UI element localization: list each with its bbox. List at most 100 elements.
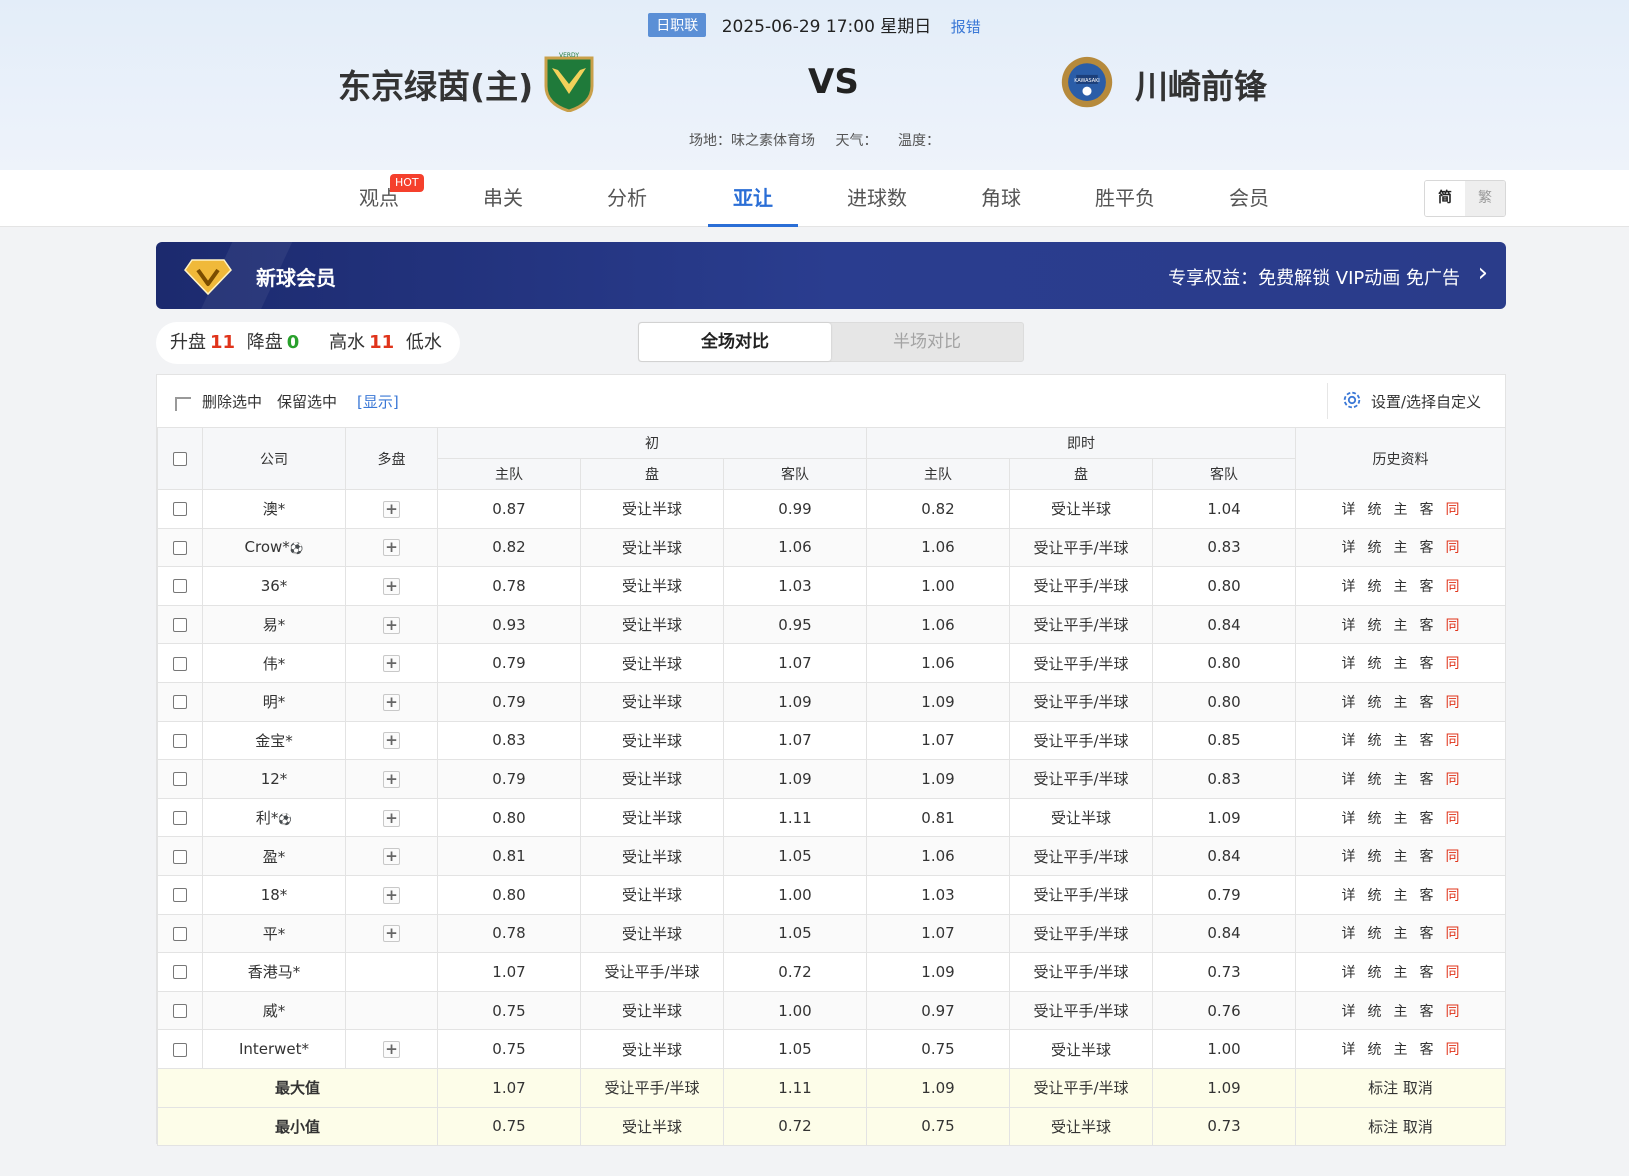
odds-cell-l-away[interactable]: 0.80 [1151,566,1297,606]
home-history-link[interactable]: 主 [1394,540,1408,556]
away-history-link[interactable]: 客 [1420,926,1434,942]
odds-cell-l-home[interactable]: 1.09 [866,952,1010,992]
plus-icon[interactable]: + [383,770,400,788]
home-history-link[interactable]: 主 [1394,733,1408,749]
detail-link[interactable]: 详 [1342,772,1356,788]
odds-cell-i-away[interactable]: 1.11 [723,797,867,838]
odds-cell-l-home[interactable]: 1.06 [866,604,1010,645]
same-history-link[interactable]: 同 [1446,772,1460,788]
same-history-link[interactable]: 同 [1446,656,1460,672]
odds-cell-i-home[interactable]: 0.87 [437,489,581,529]
stats-link[interactable]: 统 [1368,965,1382,981]
stats-link[interactable]: 统 [1368,772,1382,788]
odds-cell-i-line[interactable]: 受让半球 [580,681,724,722]
home-history-link[interactable]: 主 [1394,579,1408,595]
detail-link[interactable]: 详 [1342,811,1356,827]
same-history-link[interactable]: 同 [1446,1042,1460,1058]
company-cell[interactable]: 平* [202,913,346,954]
row-checkbox[interactable] [173,733,187,748]
league-tag[interactable]: 日职联 [648,13,707,37]
home-history-link[interactable]: 主 [1394,849,1408,865]
odds-cell-i-home[interactable]: 0.75 [437,990,581,1031]
odds-cell-l-line[interactable]: 受让平手/半球 [1009,990,1153,1031]
odds-cell-i-away[interactable]: 1.00 [723,874,867,915]
detail-link[interactable]: 详 [1342,965,1356,981]
odds-cell-l-home[interactable]: 1.09 [866,759,1010,799]
tab-goals[interactable]: 进球数 [832,170,922,227]
odds-cell-i-home[interactable]: 0.80 [437,874,581,915]
report-error-link[interactable]: 报错 [951,18,981,36]
odds-cell-i-away[interactable]: 1.03 [723,566,867,606]
home-history-link[interactable]: 主 [1394,965,1408,981]
company-cell[interactable]: 金宝* [202,720,346,761]
home-history-link[interactable]: 主 [1394,1042,1408,1058]
row-checkbox[interactable] [173,849,187,864]
lang-simplified-button[interactable]: 简 [1425,181,1465,216]
odds-cell-l-home[interactable]: 1.07 [866,720,1010,761]
company-cell[interactable]: 12* [202,759,346,799]
tab-1x2[interactable]: 胜平负 [1080,170,1170,227]
stats-link[interactable]: 统 [1368,733,1382,749]
home-history-link[interactable]: 主 [1394,1004,1408,1020]
row-checkbox[interactable] [173,926,187,941]
away-history-link[interactable]: 客 [1420,618,1434,634]
away-history-link[interactable]: 客 [1420,1004,1434,1020]
odds-cell-l-home[interactable]: 1.06 [866,527,1010,568]
odds-cell-l-home[interactable]: 0.75 [866,1029,1010,1069]
company-cell[interactable]: 18* [202,874,346,915]
company-cell[interactable]: 盈* [202,836,346,876]
company-cell[interactable]: 威* [202,990,346,1031]
odds-cell-i-home[interactable]: 0.79 [437,759,581,799]
odds-cell-l-home[interactable]: 0.97 [866,990,1010,1031]
half-time-compare-button[interactable]: 半场对比 [831,323,1023,361]
same-history-link[interactable]: 同 [1446,811,1460,827]
odds-cell-l-line[interactable]: 受让平手/半球 [1009,681,1153,722]
odds-cell-l-line[interactable]: 受让平手/半球 [1009,720,1153,761]
away-history-link[interactable]: 客 [1420,772,1434,788]
company-cell[interactable]: 澳* [202,489,346,529]
home-history-link[interactable]: 主 [1394,502,1408,518]
odds-cell-l-away[interactable]: 0.80 [1151,681,1297,722]
odds-cell-i-line[interactable]: 受让半球 [580,913,724,954]
away-history-link[interactable]: 客 [1420,502,1434,518]
away-history-link[interactable]: 客 [1420,849,1434,865]
home-history-link[interactable]: 主 [1394,811,1408,827]
odds-cell-i-line[interactable]: 受让半球 [580,604,724,645]
odds-cell-i-away[interactable]: 1.05 [723,1029,867,1069]
row-checkbox[interactable] [173,888,187,903]
company-cell[interactable]: 香港马* [202,952,346,992]
home-history-link[interactable]: 主 [1394,656,1408,672]
odds-cell-l-away[interactable]: 0.80 [1151,643,1297,683]
same-history-link[interactable]: 同 [1446,540,1460,556]
odds-cell-l-home[interactable]: 1.06 [866,643,1010,683]
odds-cell-i-away[interactable]: 1.07 [723,643,867,683]
same-history-link[interactable]: 同 [1446,695,1460,711]
odds-cell-i-line[interactable]: 受让半球 [580,643,724,683]
stats-link[interactable]: 统 [1368,502,1382,518]
home-history-link[interactable]: 主 [1394,695,1408,711]
odds-cell-l-home[interactable]: 1.03 [866,874,1010,915]
show-link[interactable]: [显示] [357,391,399,412]
tab-parlay[interactable]: 串关 [458,170,548,227]
odds-cell-i-away[interactable]: 1.09 [723,759,867,799]
select-all-checkbox[interactable] [173,451,187,466]
odds-cell-i-away[interactable]: 1.07 [723,720,867,761]
plus-icon[interactable]: + [383,500,400,518]
odds-cell-i-home[interactable]: 0.83 [437,720,581,761]
odds-cell-l-away[interactable]: 0.76 [1151,990,1297,1031]
plus-icon[interactable]: + [383,1041,400,1059]
odds-cell-i-home[interactable]: 0.75 [437,1029,581,1069]
settings-customize-button[interactable]: 设置/选择自定义 [1371,391,1481,412]
same-history-link[interactable]: 同 [1446,965,1460,981]
same-history-link[interactable]: 同 [1446,502,1460,518]
odds-cell-l-home[interactable]: 1.06 [866,836,1010,876]
away-history-link[interactable]: 客 [1420,656,1434,672]
row-checkbox[interactable] [173,772,187,787]
odds-cell-l-away[interactable]: 0.83 [1151,527,1297,568]
mark-cancel-actions[interactable]: 标注 取消 [1295,1067,1507,1108]
tab-opinion[interactable]: 观点 HOT [334,170,424,227]
odds-cell-i-line[interactable]: 受让半球 [580,797,724,838]
plus-icon[interactable]: + [383,809,400,827]
odds-cell-l-line[interactable]: 受让平手/半球 [1009,566,1153,606]
plus-icon[interactable]: + [383,539,400,557]
